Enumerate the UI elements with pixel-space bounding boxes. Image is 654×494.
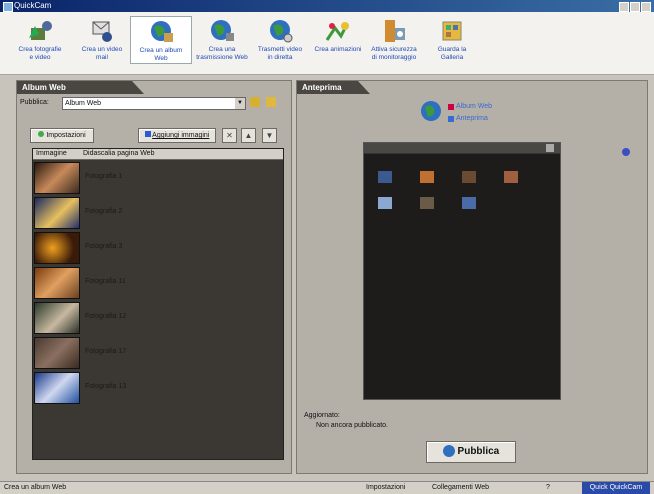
preview-header-bar	[364, 143, 560, 154]
gallery-icon	[442, 21, 462, 41]
move-up-button[interactable]: ▲	[241, 128, 256, 143]
thumbnail	[34, 162, 80, 194]
thumbnail	[34, 197, 80, 229]
image-list: Immagine Didascalia pagina Web Fotografi…	[32, 148, 284, 460]
move-down-button[interactable]: ▼	[262, 128, 277, 143]
toolbar-item-photo[interactable]: Crea fotografie e video	[10, 18, 70, 62]
preview-thumb	[504, 171, 518, 183]
preview-corner-icon	[546, 144, 554, 152]
preview-panel-title: Anteprima	[297, 81, 370, 94]
publish-select[interactable]: Album Web ▼	[62, 97, 246, 110]
security-monitor-icon	[385, 20, 405, 42]
video-mail-icon	[92, 21, 112, 42]
thumbnail	[34, 372, 80, 404]
status-bar: Crea un album Web Impostazioni Collegame…	[0, 481, 654, 494]
web-album-icon	[151, 21, 173, 42]
updated-label: Aggiornato:	[304, 412, 340, 419]
close-button[interactable]	[641, 2, 651, 12]
animation-icon	[325, 22, 349, 41]
table-row[interactable]: Fotografia 1	[33, 161, 283, 195]
toolbar-item-web-broadcast[interactable]: Crea una trasmissione Web	[192, 18, 252, 62]
status-app-button[interactable]: Quick QuickCam	[582, 482, 650, 494]
arrow-up-icon: ▲	[244, 131, 253, 140]
close-icon: ✕	[226, 131, 233, 140]
legend-album: Album Web	[456, 103, 493, 110]
thumbnail	[34, 337, 80, 369]
toolbar-item-live-video[interactable]: Trasmetti video in diretta	[250, 18, 310, 62]
chevron-down-icon: ▼	[235, 98, 245, 109]
table-row[interactable]: Fotografia 2	[33, 196, 283, 230]
maximize-button[interactable]	[630, 2, 640, 12]
publish-button[interactable]: Pubblica	[426, 441, 516, 463]
table-row[interactable]: Fotografia 11	[33, 266, 283, 300]
table-row[interactable]: Fotografia 12	[33, 301, 283, 335]
minimize-button[interactable]	[619, 2, 629, 12]
status-web-links[interactable]: Collegamenti Web	[432, 482, 489, 494]
updated-value: Non ancora pubblicato.	[316, 422, 388, 429]
add-images-button[interactable]: Aggiungi immagini	[138, 128, 216, 143]
column-caption[interactable]: Didascalia pagina Web	[83, 149, 154, 159]
camera-photo-icon	[29, 21, 52, 40]
preview-thumb	[462, 197, 476, 209]
legend-preview: Anteprima	[456, 115, 488, 122]
legend-swatch-blue	[448, 116, 454, 122]
toolbar-item-web-album[interactable]: Crea un album Web	[130, 16, 192, 64]
globe-icon	[442, 445, 455, 458]
thumbnail	[34, 267, 80, 299]
toolbar-item-security[interactable]: Attiva sicurezza di monitoraggio	[364, 18, 424, 62]
table-row[interactable]: Fotografia 17	[33, 336, 283, 370]
status-help[interactable]: ?	[546, 482, 550, 494]
main-toolbar: Crea fotografie e video Crea un video ma…	[0, 12, 654, 75]
list-header: Immagine Didascalia pagina Web	[33, 149, 283, 160]
status-settings[interactable]: Impostazioni	[366, 482, 405, 494]
column-image[interactable]: Immagine	[36, 149, 67, 159]
window-title: QuickCam	[14, 1, 52, 10]
arrow-down-icon: ▼	[265, 131, 274, 140]
legend-swatch-red	[448, 104, 454, 110]
status-text: Crea un album Web	[4, 484, 67, 491]
web-broadcast-icon	[211, 20, 234, 41]
preview-thumb	[420, 197, 434, 209]
thumbnail	[34, 302, 80, 334]
preview-thumb	[378, 197, 392, 209]
settings-button[interactable]: Impostazioni	[30, 128, 94, 143]
settings-icon	[38, 131, 45, 137]
preview-thumb	[420, 171, 434, 183]
toolbar-item-animation[interactable]: Crea animazioni	[308, 18, 368, 54]
folder-icon[interactable]	[266, 97, 276, 107]
preview-thumb	[378, 171, 392, 183]
table-row[interactable]: Fotografia 13	[33, 371, 283, 405]
preview-thumb	[462, 171, 476, 183]
title-bar: QuickCam	[0, 0, 654, 12]
indicator-dot	[622, 148, 630, 156]
live-video-icon	[270, 20, 293, 43]
delete-button[interactable]: ✕	[222, 128, 237, 143]
table-row[interactable]: Fotografia 3	[33, 231, 283, 265]
toolbar-item-gallery[interactable]: Guarda la Galleria	[422, 18, 482, 62]
publish-label: Pubblica:	[20, 99, 49, 106]
folder-open-icon[interactable]	[250, 97, 260, 107]
web-page-preview	[363, 142, 561, 400]
thumbnail	[34, 232, 80, 264]
globe-icon	[421, 101, 441, 121]
window-controls	[619, 2, 651, 12]
toolbar-item-video-mail[interactable]: Crea un video mail	[72, 18, 132, 62]
album-web-panel-title: Album Web	[17, 81, 144, 94]
add-icon	[144, 131, 151, 137]
app-icon	[3, 2, 13, 12]
